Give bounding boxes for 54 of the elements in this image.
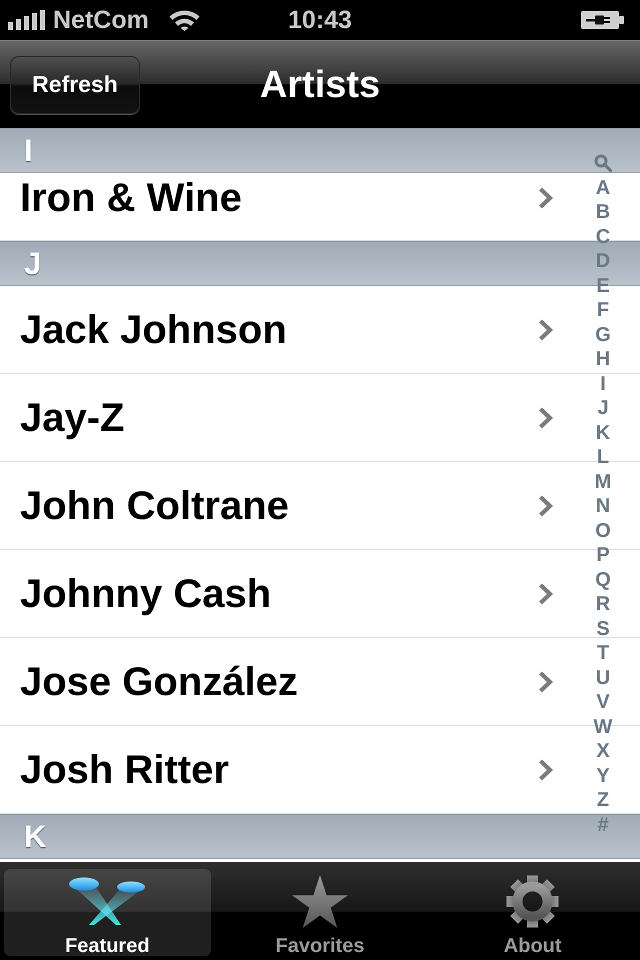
chevron-icon	[538, 318, 554, 342]
carrier-name: NetCom	[53, 8, 149, 32]
index-letter[interactable]: T	[596, 641, 610, 666]
index-letter[interactable]: X	[596, 739, 610, 764]
index-letter[interactable]: B	[596, 200, 610, 224]
tab[interactable]: Featured	[4, 869, 211, 956]
artist-name: Jack Johnson	[20, 310, 287, 350]
artist-name: Josh Ritter	[20, 750, 229, 790]
wifi-icon	[168, 9, 200, 31]
chevron-icon	[538, 494, 554, 518]
chevron-icon	[538, 670, 554, 694]
gear-icon	[506, 874, 560, 928]
index-letter[interactable]: H	[596, 347, 610, 372]
index-letter[interactable]: M	[594, 470, 612, 494]
status-time: 10:43	[288, 8, 352, 32]
search-icon[interactable]	[594, 154, 612, 172]
index-letter[interactable]: I	[600, 372, 606, 396]
chevron-icon	[538, 406, 554, 430]
battery-plug-icon	[581, 11, 624, 29]
index-letter[interactable]: V	[596, 690, 610, 714]
index-letter[interactable]: U	[596, 666, 610, 690]
tab[interactable]: Favorites	[216, 869, 424, 956]
index-letter[interactable]: Z	[596, 788, 610, 812]
index-letter[interactable]: N	[596, 494, 610, 518]
index-letter[interactable]: Q	[595, 568, 611, 592]
index-letter[interactable]: K	[596, 420, 610, 445]
artist-name: John Coltrane	[20, 486, 289, 526]
artist-name: Iron & Wine	[20, 178, 242, 218]
index-letter[interactable]: Y	[596, 764, 610, 788]
index-letter[interactable]: W	[594, 714, 612, 739]
index-letter[interactable]: G	[595, 322, 611, 347]
signal-icon	[8, 10, 45, 30]
refresh-button[interactable]: Refresh	[10, 56, 140, 114]
artist-name: Jose González	[20, 662, 298, 702]
section-letter: K	[24, 821, 46, 852]
index-letter[interactable]: L	[596, 445, 610, 470]
star-icon	[292, 874, 348, 928]
nav-title: Artists	[260, 66, 380, 104]
chevron-icon	[538, 758, 554, 782]
index-letter[interactable]: J	[597, 396, 609, 420]
chevron-icon	[538, 582, 554, 606]
index-letter[interactable]: A	[596, 176, 610, 200]
index-letter[interactable]: F	[596, 298, 610, 322]
tab[interactable]: About	[429, 869, 636, 956]
artist-name: Jay-Z	[20, 398, 124, 438]
index-letter[interactable]: R	[596, 592, 610, 616]
index-letter[interactable]: O	[595, 518, 611, 543]
chevron-icon	[538, 186, 554, 210]
index-letter[interactable]: P	[596, 543, 610, 568]
artist-name: Johnny Cash	[20, 574, 272, 614]
section-letter: I	[24, 135, 33, 166]
index-letter[interactable]: S	[596, 616, 610, 641]
section-letter: J	[24, 248, 42, 279]
spotlights-icon	[67, 876, 148, 926]
